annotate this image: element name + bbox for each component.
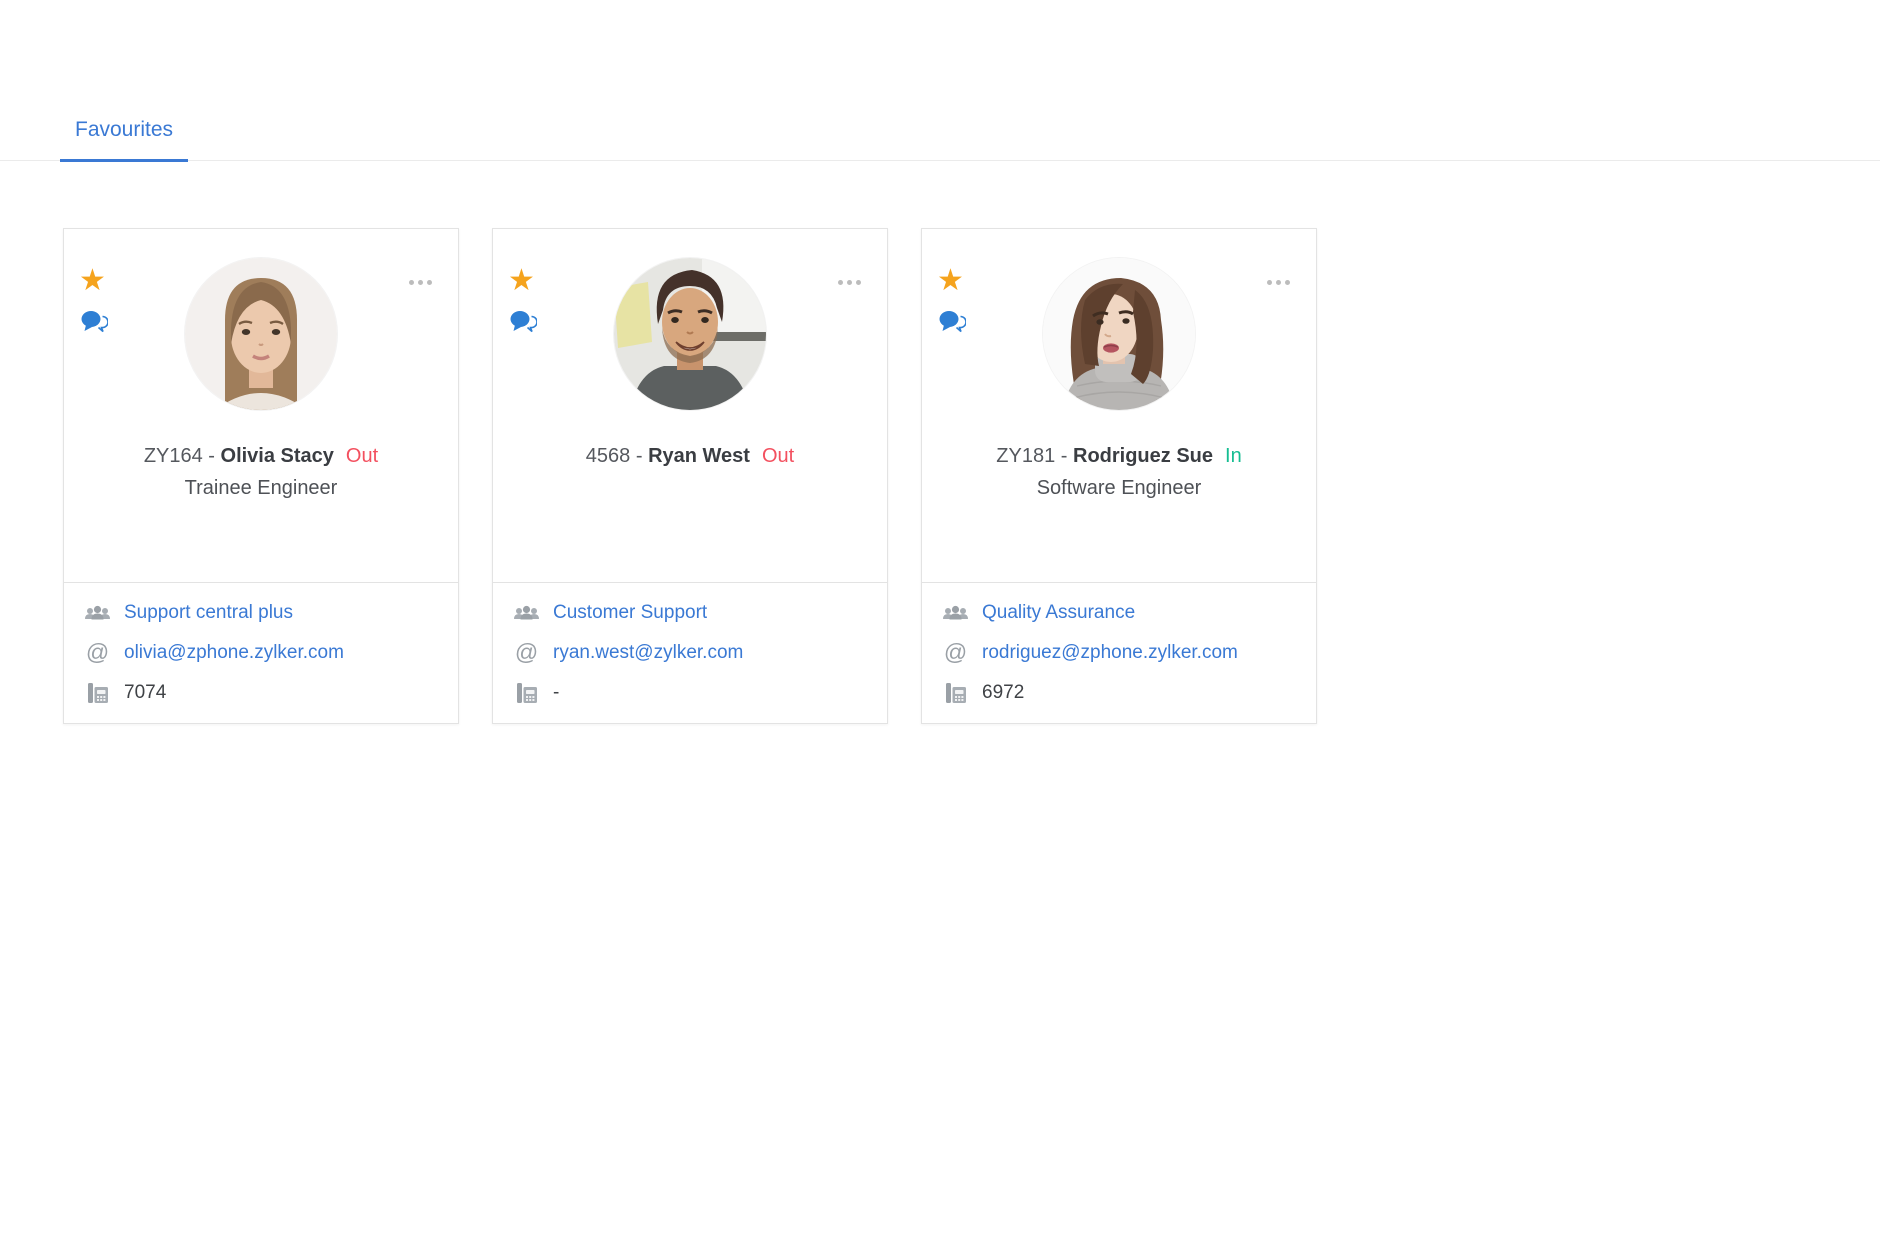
extension-value: - xyxy=(553,682,559,704)
email-row: @ rodriguez@zphone.zylker.com xyxy=(942,639,1296,666)
chat-icon[interactable] xyxy=(80,308,108,339)
contact-name: Olivia Stacy xyxy=(221,445,334,467)
at-icon: @ xyxy=(84,641,111,664)
tab-bar: Favourites xyxy=(0,0,1880,161)
contact-card-header: ★ xyxy=(922,258,1316,582)
at-icon: @ xyxy=(513,641,540,664)
team-link[interactable]: Support central plus xyxy=(124,602,293,624)
group-icon xyxy=(84,604,111,622)
chat-icon[interactable] xyxy=(509,308,537,339)
email-link[interactable]: rodriguez@zphone.zylker.com xyxy=(982,642,1238,664)
extension-value: 7074 xyxy=(124,682,166,704)
favourite-star-icon[interactable]: ★ xyxy=(79,266,106,296)
tab-favourites[interactable]: Favourites xyxy=(60,118,188,162)
email-link[interactable]: ryan.west@zylker.com xyxy=(553,642,743,664)
team-row: Customer Support xyxy=(513,599,867,626)
contact-name-line: ZY181 - Rodriguez Sue In xyxy=(922,445,1316,468)
avatar xyxy=(614,258,766,410)
extension-value: 6972 xyxy=(982,682,1024,704)
more-options-icon[interactable] xyxy=(405,276,436,289)
contact-code: 4568 - xyxy=(586,445,648,467)
contact-card-header: ★ xyxy=(64,258,458,582)
contact-name: Ryan West xyxy=(648,445,750,467)
contact-card-details: Support central plus @ olivia@zphone.zyl… xyxy=(64,582,458,723)
favourite-star-icon[interactable]: ★ xyxy=(937,266,964,296)
contact-code: ZY181 - xyxy=(996,445,1073,467)
phone-icon xyxy=(513,682,540,704)
chat-icon[interactable] xyxy=(938,308,966,339)
more-options-icon[interactable] xyxy=(1263,276,1294,289)
favourites-card-grid: ★ xyxy=(63,228,1880,724)
contact-card-header: ★ xyxy=(493,258,887,582)
contact-code: ZY164 - xyxy=(144,445,221,467)
contact-designation xyxy=(493,477,887,501)
favourite-star-icon[interactable]: ★ xyxy=(508,266,535,296)
status-badge: Out xyxy=(346,445,378,467)
extension-row: - xyxy=(513,679,867,706)
extension-row: 6972 xyxy=(942,679,1296,706)
email-link[interactable]: olivia@zphone.zylker.com xyxy=(124,642,344,664)
contact-card: ★ xyxy=(492,228,888,724)
at-icon: @ xyxy=(942,641,969,664)
contact-card-details: Quality Assurance @ rodriguez@zphone.zyl… xyxy=(922,582,1316,723)
avatar xyxy=(1043,258,1195,410)
contact-name-line: 4568 - Ryan West Out xyxy=(493,445,887,468)
status-badge: In xyxy=(1225,445,1242,467)
group-icon xyxy=(942,604,969,622)
more-options-icon[interactable] xyxy=(834,276,865,289)
extension-row: 7074 xyxy=(84,679,438,706)
avatar xyxy=(185,258,337,410)
contact-card-details: Customer Support @ ryan.west@zylker.com xyxy=(493,582,887,723)
team-row: Quality Assurance xyxy=(942,599,1296,626)
email-row: @ ryan.west@zylker.com xyxy=(513,639,867,666)
contact-name: Rodriguez Sue xyxy=(1073,445,1213,467)
group-icon xyxy=(513,604,540,622)
team-row: Support central plus xyxy=(84,599,438,626)
phone-icon xyxy=(942,682,969,704)
email-row: @ olivia@zphone.zylker.com xyxy=(84,639,438,666)
contact-designation: Software Engineer xyxy=(922,477,1316,501)
status-badge: Out xyxy=(762,445,794,467)
phone-icon xyxy=(84,682,111,704)
contact-card: ★ xyxy=(63,228,459,724)
team-link[interactable]: Customer Support xyxy=(553,602,707,624)
contact-card: ★ xyxy=(921,228,1317,724)
contact-name-line: ZY164 - Olivia Stacy Out xyxy=(64,445,458,468)
team-link[interactable]: Quality Assurance xyxy=(982,602,1135,624)
contact-designation: Trainee Engineer xyxy=(64,477,458,501)
